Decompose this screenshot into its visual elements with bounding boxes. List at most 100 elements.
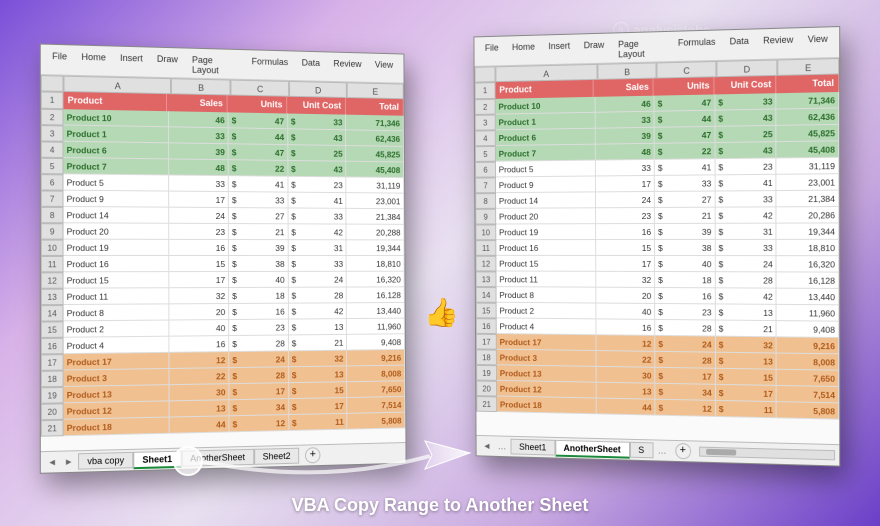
cell-sales[interactable]: 15 [169,256,229,272]
row-number[interactable]: 20 [476,381,497,397]
row-number[interactable]: 8 [475,193,496,209]
ribbon-tab-home[interactable]: Home [74,49,113,76]
cell-units[interactable]: 44 $ [229,128,288,145]
cell-sales[interactable]: 46 [169,111,229,128]
cell-total[interactable]: 21,384 [347,209,405,225]
cell-sales[interactable]: 13 [596,383,655,400]
cell-units[interactable]: 18 $ [229,288,288,304]
header-unitcost[interactable]: Unit Cost [715,76,777,95]
cell-unitcost[interactable]: 13 $ [716,304,777,321]
cell-sales[interactable]: 23 [596,208,656,224]
ribbon-tab-home[interactable]: Home [505,38,541,65]
column-header-d[interactable]: D [289,81,347,98]
cell-unitcost[interactable]: 43 $ [715,142,776,159]
cell-unitcost[interactable]: 33 $ [715,93,777,110]
row-number[interactable]: 9 [41,223,64,239]
cell-units[interactable]: 28 $ [229,335,288,352]
cell-units[interactable]: 33 $ [229,192,288,208]
row-number[interactable]: 11 [475,240,496,256]
cell-total[interactable]: 8,008 [347,366,405,383]
cell-product[interactable]: Product 11 [64,288,169,305]
ribbon-tab-file[interactable]: File [478,40,505,66]
cell-units[interactable]: 33 $ [655,175,715,192]
header-total[interactable]: Total [776,74,839,93]
row-number[interactable]: 11 [41,256,64,272]
row-number[interactable]: 13 [41,289,64,305]
cell-sales[interactable]: 17 [169,192,229,208]
cell-sales[interactable]: 33 [595,112,655,129]
column-header-e[interactable]: E [777,58,839,76]
row-number[interactable]: 17 [476,334,497,350]
cell-product[interactable]: Product 7 [496,145,596,162]
cell-units[interactable]: 47 $ [229,112,288,129]
cell-product[interactable]: Product 3 [497,350,596,367]
cell-unitcost[interactable]: 17 $ [716,385,777,402]
cell-unitcost[interactable]: 33 $ [715,240,776,256]
cell-units[interactable]: 27 $ [655,192,715,208]
row-number[interactable]: 17 [41,354,64,371]
cell-product[interactable]: Product 10 [496,97,596,115]
cell-units[interactable]: 47 $ [655,94,716,111]
cell-product[interactable]: Product 2 [64,321,169,338]
cell-unitcost[interactable]: 24 $ [716,256,777,272]
cell-product[interactable]: Product 19 [64,240,169,256]
sheet-tab-vba-copy[interactable]: vba copy [78,452,133,470]
cell-unitcost[interactable]: 41 $ [715,175,776,192]
cell-total[interactable]: 7,514 [348,397,406,414]
cell-product[interactable]: Product 5 [64,174,169,191]
cell-unitcost[interactable]: 21 $ [716,321,777,338]
cell-product[interactable]: Product 4 [497,318,596,335]
cell-sales[interactable]: 32 [169,288,229,304]
cell-total[interactable]: 8,008 [777,354,839,371]
cell-total[interactable]: 45,825 [777,125,839,142]
row-number[interactable]: 15 [476,303,497,319]
cell-sales[interactable]: 16 [169,240,229,256]
sheet-nav-prev[interactable]: ◄ [45,457,60,468]
cell-units[interactable]: 16 $ [655,288,715,304]
cell-unitcost[interactable]: 33 $ [288,256,347,272]
cell-product[interactable]: Product 2 [497,303,596,320]
cell-product[interactable]: Product 17 [64,353,169,371]
row-number[interactable]: 4 [475,130,496,146]
header-sales[interactable]: Sales [167,94,228,112]
cell-units[interactable]: 28 $ [655,352,715,369]
row-number[interactable]: 12 [476,256,497,272]
cell-unitcost[interactable]: 43 $ [288,161,346,177]
cell-units[interactable]: 24 $ [655,336,715,353]
row-number[interactable]: 21 [476,396,497,412]
row-number[interactable]: 2 [41,109,64,126]
cell-sales[interactable]: 33 [169,127,229,144]
cell-sales[interactable]: 12 [596,335,655,352]
cell-sales[interactable]: 40 [169,320,229,337]
row-number[interactable]: 6 [475,162,496,178]
cell-sales[interactable]: 33 [595,160,655,177]
ribbon-tab-draw[interactable]: Draw [577,37,611,64]
cell-sales[interactable]: 13 [169,400,229,417]
row-number[interactable]: 12 [41,272,64,288]
cell-total[interactable]: 16,320 [777,256,839,272]
cell-units[interactable]: 38 $ [229,256,288,272]
cell-unitcost[interactable]: 13 $ [716,353,777,370]
cell-product[interactable]: Product 5 [496,161,596,178]
cell-product[interactable]: Product 13 [64,385,169,403]
row-number[interactable]: 7 [475,177,496,193]
cell-sales[interactable]: 32 [596,272,655,288]
cell-unitcost[interactable]: 33 $ [288,208,346,224]
ribbon-tab-review[interactable]: Review [327,55,369,81]
row-number[interactable]: 16 [41,338,64,355]
cell-total[interactable]: 9,408 [777,321,839,338]
cell-units[interactable]: 22 $ [229,160,288,177]
row-number[interactable]: 19 [476,365,497,381]
cell-unitcost[interactable]: 42 $ [288,224,346,240]
cell-product[interactable]: Product 1 [63,125,168,143]
cell-total[interactable]: 5,808 [777,402,839,420]
column-header-d[interactable]: D [717,59,778,77]
cell-unitcost[interactable]: 23 $ [288,177,346,193]
column-header-c[interactable]: C [657,61,717,79]
cell-total[interactable]: 16,128 [347,287,405,303]
cell-product[interactable]: Product 20 [64,223,169,240]
row-number[interactable]: 14 [41,305,64,322]
scrollbar-thumb[interactable] [706,449,736,456]
cell-unitcost[interactable]: 25 $ [288,145,346,162]
cell-unitcost[interactable]: 13 $ [289,366,348,383]
